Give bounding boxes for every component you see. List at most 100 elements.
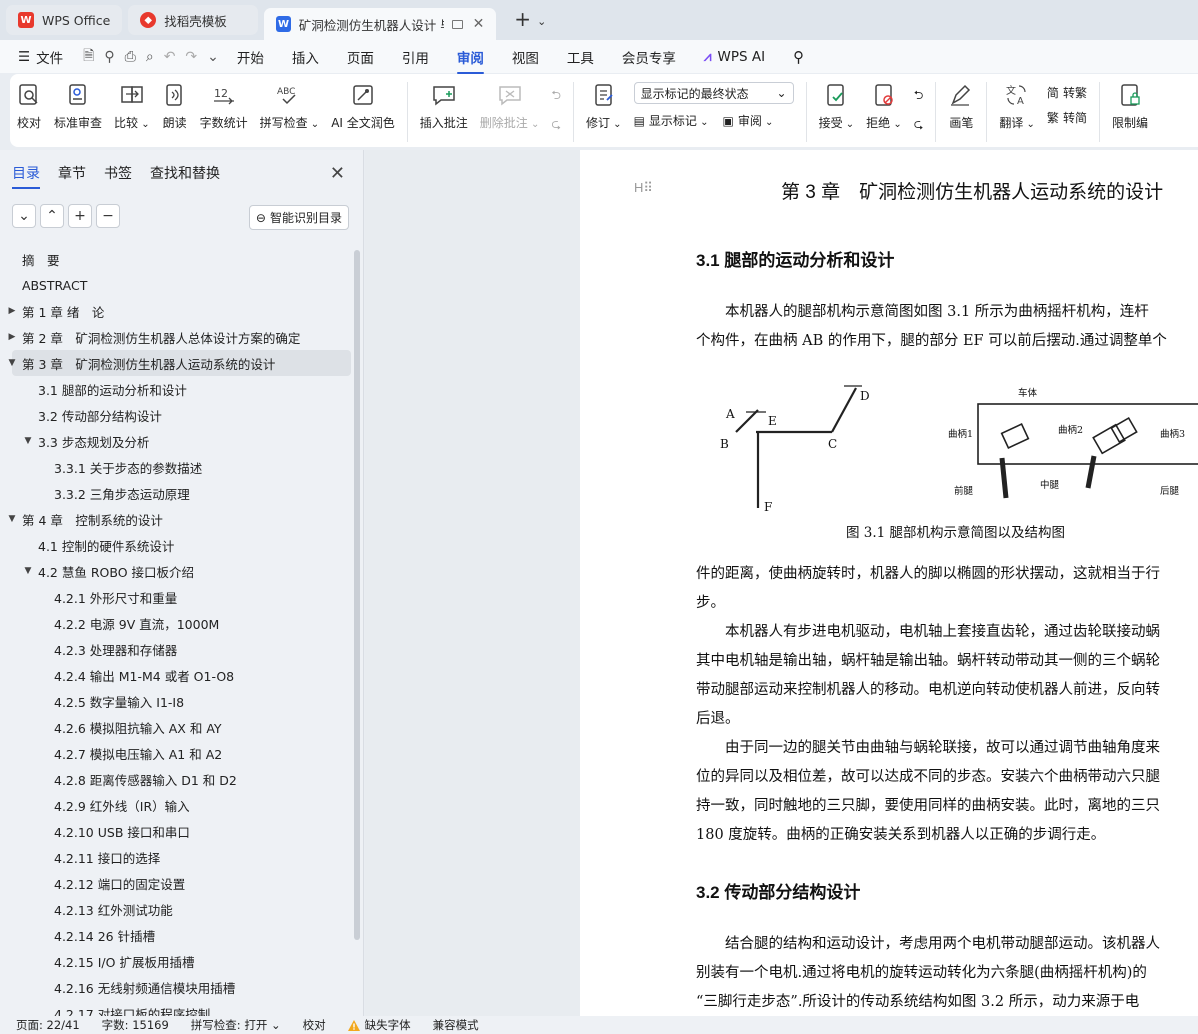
toc-item[interactable]: ▼ 3.3 步态规划及分析 (0, 428, 352, 454)
toc-item[interactable]: ▼ 第 4 章 控制系统的设计 (0, 506, 352, 532)
toc-item[interactable]: 4.2.11 接口的选择 (0, 844, 352, 870)
new-tab-icon[interactable]: + (514, 7, 531, 31)
toc-item[interactable]: 4.2.8 距离传感器输入 D1 和 D2 (0, 766, 352, 792)
print-preview-icon[interactable]: ⌕ (146, 49, 154, 65)
review-pane-button[interactable]: ▣ 审阅 (722, 112, 773, 129)
missing-font-status[interactable]: 缺失字体 (347, 1017, 411, 1033)
toc-item[interactable]: 4.2.17 对接口板的程序控制 (0, 1000, 352, 1017)
tab-find-replace[interactable]: 查找和替换 (150, 163, 220, 183)
menu-view[interactable]: 视图 (512, 47, 539, 67)
menu-member[interactable]: 会员专享 (622, 47, 676, 67)
save-icon[interactable]: 🗎 (83, 45, 94, 69)
toc-item[interactable]: ▶ 第 2 章 矿洞检测仿生机器人总体设计方案的确定 (0, 324, 352, 350)
restrict-editing-button[interactable]: 限制编 (1106, 82, 1154, 131)
tab-toc[interactable]: 目录 (12, 163, 40, 189)
compare-button[interactable]: 比较 (108, 82, 156, 131)
close-pane-icon[interactable]: ✕ (330, 163, 345, 184)
expand-down-icon[interactable]: ⌄ (12, 204, 36, 228)
smart-toc-button[interactable]: ⊖ 智能识别目录 (248, 205, 349, 230)
tab-list-chevron-icon[interactable]: ⌄ (537, 15, 546, 28)
toc-item[interactable]: 3.2 传动部分结构设计 (0, 402, 352, 428)
read-aloud-button[interactable]: 朗读 (156, 82, 194, 131)
show-markup-button[interactable]: ▤ 显示标记 (634, 112, 709, 129)
toc-item[interactable]: ▶ 第 1 章 绪 论 (0, 298, 352, 324)
toc-item[interactable]: 4.2.5 数字量输入 I1-I8 (0, 688, 352, 714)
to-simplified-button[interactable]: 繁转简 (1047, 109, 1087, 126)
toc-item[interactable]: 3.1 腿部的运动分析和设计 (0, 376, 352, 402)
translate-button[interactable]: 文A 翻译 (993, 82, 1041, 131)
delete-comment-button[interactable]: 删除批注 (474, 82, 546, 131)
word-count-button[interactable]: 12 字数统计 (194, 82, 254, 131)
nav-scrollbar[interactable] (354, 250, 360, 940)
toc-item[interactable]: 3.3.2 三角步态运动原理 (0, 480, 352, 506)
file-menu[interactable]: ☰ 文件 (18, 47, 63, 67)
menu-reference[interactable]: 引用 (402, 47, 429, 67)
collapse-up-icon[interactable]: ⌃ (40, 204, 64, 228)
toc-item[interactable]: 4.2.10 USB 接口和串口 (0, 818, 352, 844)
heading-handle-icon[interactable]: H⠿ (634, 180, 653, 196)
tab-wps-office[interactable]: W WPS Office (6, 5, 123, 35)
proofread-status[interactable]: 校对 (303, 1017, 326, 1033)
spell-check-status[interactable]: 拼写检查: 打开 ⌄ (191, 1017, 281, 1033)
toc-item[interactable]: 4.2.9 红外线（IR）输入 (0, 792, 352, 818)
search-icon[interactable]: ⚲ (793, 48, 804, 66)
window-mode-icon[interactable] (451, 19, 463, 29)
tab-sections[interactable]: 章节 (58, 163, 86, 183)
redo-icon[interactable]: ↷ (185, 49, 197, 65)
toc-item[interactable]: 4.2.15 I/O 扩展板用插槽 (0, 948, 352, 974)
toc-item[interactable]: 4.1 控制的硬件系统设计 (0, 532, 352, 558)
add-heading-icon[interactable]: + (68, 204, 92, 228)
menu-insert[interactable]: 插入 (292, 47, 319, 67)
track-changes-button[interactable]: 修订 (580, 82, 628, 131)
next-change-icon[interactable]: ⮎ (914, 115, 924, 136)
menu-start[interactable]: 开始 (237, 47, 264, 67)
ai-polish-button[interactable]: AI 全文润色 (325, 82, 401, 131)
accept-button[interactable]: 接受 (813, 82, 861, 131)
toc-item[interactable]: ▼ 第 3 章 矿洞检测仿生机器人运动系统的设计 (9, 350, 351, 376)
insert-comment-button[interactable]: 插入批注 (414, 82, 474, 131)
toc-item[interactable]: 4.2.4 输出 M1-M4 或者 O1-O8 (0, 662, 352, 688)
tab-document[interactable]: W 矿洞检测仿生机器人设计 毕业 ✕ (264, 8, 497, 40)
toc-item[interactable]: ABSTRACT (0, 272, 352, 298)
expanded-chevron-icon[interactable]: ▼ (5, 358, 19, 368)
undo-icon[interactable]: ↶ (164, 49, 176, 65)
tab-bookmarks[interactable]: 书签 (104, 163, 132, 183)
expanded-chevron-icon[interactable]: ▼ (21, 436, 35, 446)
toc-item[interactable]: 4.2.14 26 针插槽 (0, 922, 352, 948)
toc-item[interactable]: 4.2.7 模拟电压输入 A1 和 A2 (0, 740, 352, 766)
toc-item[interactable]: 4.2.3 处理器和存储器 (0, 636, 352, 662)
toc-item[interactable]: 4.2.1 外形尺寸和重量 (0, 584, 352, 610)
share-icon[interactable]: ⚲ (104, 49, 114, 65)
collapsed-chevron-icon[interactable]: ▶ (5, 332, 19, 342)
close-tab-icon[interactable]: ✕ (473, 16, 485, 32)
menu-wps-ai[interactable]: ⩘ WPS AI (704, 49, 765, 65)
toc-item[interactable]: 4.2.12 端口的固定设置 (0, 870, 352, 896)
print-icon[interactable]: ⎙ (125, 49, 136, 65)
page-indicator[interactable]: 页面: 22/41 (16, 1017, 80, 1033)
reject-button[interactable]: 拒绝 (860, 82, 908, 131)
more-chevron-icon[interactable]: ⌄ (207, 49, 219, 65)
menu-tools[interactable]: 工具 (567, 47, 594, 67)
markup-state-select[interactable]: 显示标记的最终状态 ⌄ (633, 82, 794, 104)
menu-review[interactable]: 审阅 (456, 47, 484, 74)
toc-item[interactable]: 4.2.6 模拟阻抗输入 AX 和 AY (0, 714, 352, 740)
toc-item[interactable]: 摘 要 (0, 246, 352, 272)
proofread-button[interactable]: 校对 (10, 82, 48, 131)
toc-item[interactable]: 3.3.1 关于步态的参数描述 (0, 454, 352, 480)
spell-check-button[interactable]: ABC 拼写检查 (254, 82, 326, 131)
standard-review-button[interactable]: 标准审查 (48, 82, 108, 131)
collapsed-chevron-icon[interactable]: ▶ (5, 306, 19, 316)
tab-docer-templates[interactable]: ⬥ 找稻壳模板 (128, 5, 259, 35)
next-comment-icon[interactable]: ⮎ (551, 115, 561, 136)
document-page[interactable]: H⠿ 第 3 章 矿洞检测仿生机器人运动系统的设计 3.1 腿部的运动分析和设计… (580, 150, 1198, 1016)
expanded-chevron-icon[interactable]: ▼ (21, 566, 35, 576)
previous-change-icon[interactable]: ⮌ (914, 86, 924, 107)
toc-item[interactable]: 4.2.13 红外测试功能 (0, 896, 352, 922)
menu-page[interactable]: 页面 (347, 47, 374, 67)
toc-item[interactable]: ▼ 4.2 慧鱼 ROBO 接口板介绍 (0, 558, 352, 584)
word-count-indicator[interactable]: 字数: 15169 (102, 1017, 169, 1033)
remove-heading-icon[interactable]: − (96, 204, 120, 228)
to-traditional-button[interactable]: 简转繁 (1047, 84, 1087, 101)
toc-item[interactable]: 4.2.2 电源 9V 直流，1000M (0, 610, 352, 636)
previous-comment-icon[interactable]: ⮌ (551, 86, 561, 107)
